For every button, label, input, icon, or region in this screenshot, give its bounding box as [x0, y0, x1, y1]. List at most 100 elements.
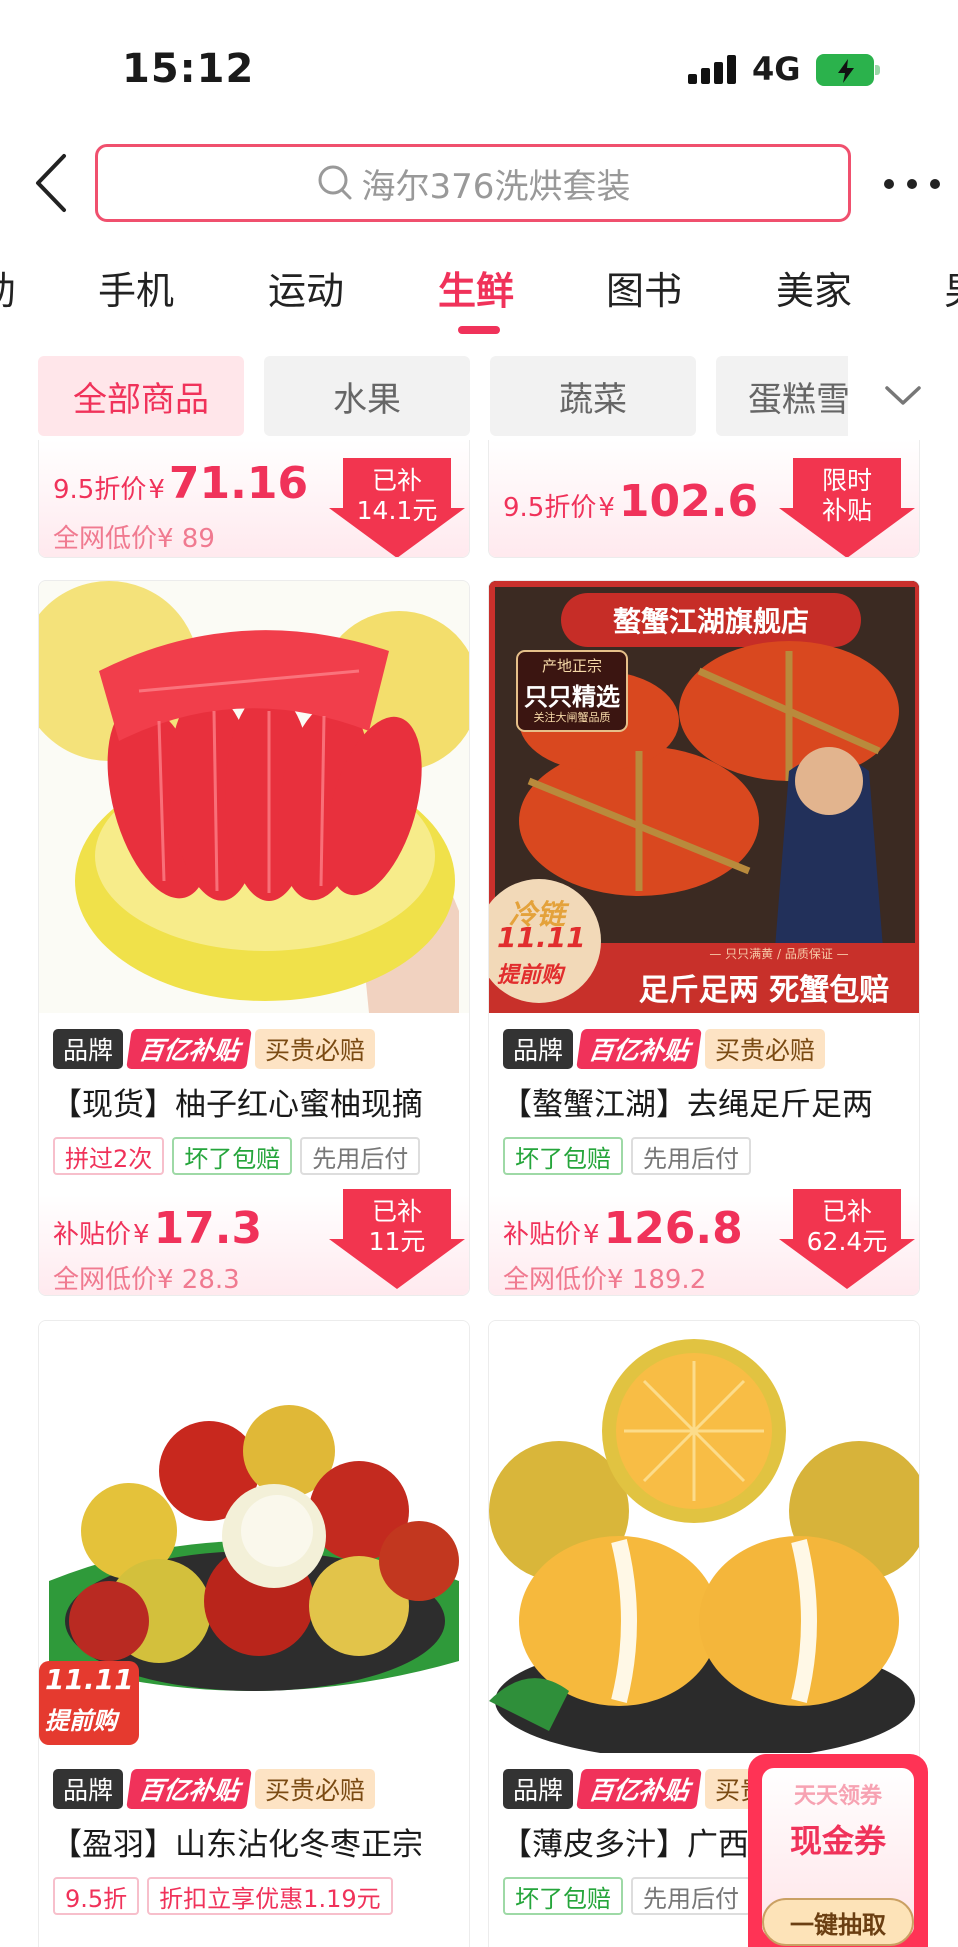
signal-icon	[688, 54, 736, 84]
subsidy-tag: 百亿补贴	[576, 1029, 702, 1069]
service-tag: 先用后付	[631, 1137, 751, 1175]
back-button[interactable]	[28, 150, 78, 216]
guarantee-tag: 买贵必赔	[255, 1769, 376, 1809]
search-placeholder: 海尔376洗烘套装	[361, 166, 631, 207]
product-title: 【盈羽】山东沾化冬枣正宗	[51, 1827, 423, 1863]
currency: ¥	[133, 1220, 150, 1250]
subsidy-tag: 百亿补贴	[126, 1769, 252, 1809]
tab-phone[interactable]: 手机	[98, 260, 174, 315]
filter-bar: 全部商品 水果 蔬菜 蛋糕雪糕	[0, 356, 958, 436]
network-label: 4G	[752, 50, 801, 88]
tab-men[interactable]: 男	[944, 260, 958, 315]
subsidy-tag: 百亿补贴	[126, 1029, 252, 1069]
price-label: 9.5折价	[503, 493, 597, 523]
original-price: 全网低价¥ 189.2	[503, 1265, 707, 1295]
promo-number: 11.11	[45, 1663, 134, 1696]
image-promo-text: 提前购	[497, 963, 564, 988]
badge-line1: 已补	[821, 1197, 872, 1226]
badge-line1: 已补	[371, 466, 422, 495]
tab-fresh[interactable]: 生鲜	[438, 260, 514, 315]
back-arrow-icon	[36, 154, 66, 212]
price-label: 补贴价	[53, 1220, 132, 1250]
tab-books[interactable]: 图书	[606, 260, 682, 315]
floating-coupon[interactable]: 天天领券 现金券 一键抽取	[748, 1754, 928, 1947]
tab-sports[interactable]: 运动	[268, 260, 344, 315]
subsidy-tag: 百亿补贴	[576, 1769, 702, 1809]
service-tag: 坏了包赔	[503, 1877, 623, 1915]
image-origin-label: 产地正宗	[541, 657, 602, 675]
filter-all[interactable]: 全部商品	[38, 356, 244, 436]
currency: ¥	[598, 493, 615, 523]
guarantee-tag: 买贵必赔	[255, 1029, 376, 1069]
image-store-name: 螯蟹江湖旗舰店	[612, 605, 809, 638]
product-image-pomelo	[39, 581, 469, 1013]
status-bar: 15:12 4G	[0, 0, 958, 140]
product-card[interactable]: 品牌 百亿补贴 买贵必赔 【现货】柚子红心蜜柚现摘 拼过2次 坏了包赔 先用后付…	[38, 580, 470, 1296]
category-tabs: 助 手机 运动 生鲜 图书 美家 男	[0, 250, 958, 340]
service-tag: 坏了包赔	[172, 1137, 293, 1175]
price-value: 71.16	[168, 458, 309, 509]
tab-category[interactable]: 助	[0, 260, 16, 315]
currency: ¥	[583, 1220, 600, 1250]
image-tagline: — 只只满黄 / 品质保证 —	[709, 947, 849, 961]
search-input[interactable]: 海尔376洗烘套装	[95, 144, 851, 222]
subsidy-badge: 已补 11元	[329, 1189, 465, 1293]
image-selected-label: 只只精选	[524, 683, 620, 711]
price-label: 9.5折价	[53, 475, 147, 505]
active-tab-indicator	[458, 326, 500, 334]
product-card[interactable]: 螯蟹江湖旗舰店 产地正宗 只只精选 关注大闸蟹品质 冷链 11.11 提前购 —…	[488, 580, 920, 1296]
badge-line2: 补贴	[821, 496, 872, 525]
service-tag: 坏了包赔	[503, 1137, 623, 1175]
price-value: 102.6	[618, 476, 759, 527]
product-card[interactable]: 11.11 提前购 品牌 百亿补贴 买贵必赔 【盈羽】山东沾化冬枣正宗 9.5折…	[38, 1320, 470, 1947]
service-tag: 先用后付	[300, 1137, 421, 1175]
subsidy-badge: 已补 14.1元	[329, 458, 465, 557]
coupon-line1: 天天领券	[793, 1784, 882, 1809]
badge-line1: 已补	[371, 1197, 422, 1226]
product-image-orange	[489, 1321, 919, 1753]
service-tag: 先用后付	[631, 1877, 751, 1915]
badge-line1: 限时	[821, 466, 872, 495]
product-image-jujube: 11.11 提前购	[39, 1321, 469, 1753]
subsidy-badge: 已补 62.4元	[779, 1189, 915, 1293]
filter-vegetable[interactable]: 蔬菜	[490, 356, 696, 436]
filter-expand-button[interactable]	[848, 356, 958, 436]
brand-tag: 品牌	[53, 1029, 124, 1069]
service-tag: 9.5折	[53, 1877, 140, 1915]
product-title: 【螯蟹江湖】去绳足斤足两	[501, 1087, 873, 1123]
status-time: 15:12	[122, 46, 255, 92]
product-card[interactable]: 9.5折价¥102.6 限时 补贴	[488, 440, 920, 558]
promo-1111-badge: 11.11 提前购	[39, 1661, 139, 1745]
currency: ¥	[148, 475, 165, 505]
promo-text: 提前购	[45, 1707, 117, 1735]
product-card[interactable]: 9.5折价¥71.16 全网低价¥ 89 已补 14.1元	[38, 440, 470, 558]
service-tag: 拼过2次	[53, 1137, 165, 1175]
image-note-label: 关注大闸蟹品质	[533, 711, 611, 724]
tab-home[interactable]: 美家	[776, 260, 852, 315]
coupon-line2: 现金券	[789, 1822, 886, 1860]
search-icon	[318, 165, 352, 200]
original-price: 全网低价¥ 28.3	[53, 1265, 240, 1295]
battery-charging-icon	[816, 54, 880, 86]
coupon-claim-button[interactable]: 一键抽取	[762, 1898, 914, 1946]
price-value: 126.8	[603, 1203, 743, 1254]
brand-tag: 品牌	[503, 1029, 574, 1069]
filter-fruit[interactable]: 水果	[264, 356, 470, 436]
product-title: 【现货】柚子红心蜜柚现摘	[51, 1087, 423, 1123]
guarantee-tag: 买贵必赔	[705, 1029, 826, 1069]
chevron-down-icon	[885, 386, 921, 405]
more-dots-icon[interactable]	[884, 170, 940, 198]
image-promo-number: 11.11	[497, 921, 586, 954]
badge-line2: 11元	[368, 1227, 426, 1256]
subsidy-badge: 限时 补贴	[779, 458, 915, 557]
product-image-crab: 螯蟹江湖旗舰店 产地正宗 只只精选 关注大闸蟹品质 冷链 11.11 提前购 —…	[489, 581, 919, 1013]
badge-line2: 62.4元	[806, 1227, 888, 1256]
brand-tag: 品牌	[53, 1769, 124, 1809]
brand-tag: 品牌	[503, 1769, 574, 1809]
original-price: 全网低价¥ 89	[53, 524, 215, 554]
price-value: 17.3	[153, 1203, 263, 1254]
badge-line2: 14.1元	[356, 496, 438, 525]
service-tag: 折扣立享优惠1.19元	[147, 1877, 393, 1915]
image-banner: 足斤足两 死蟹包赔	[638, 973, 890, 1008]
price-label: 补贴价	[503, 1220, 582, 1250]
